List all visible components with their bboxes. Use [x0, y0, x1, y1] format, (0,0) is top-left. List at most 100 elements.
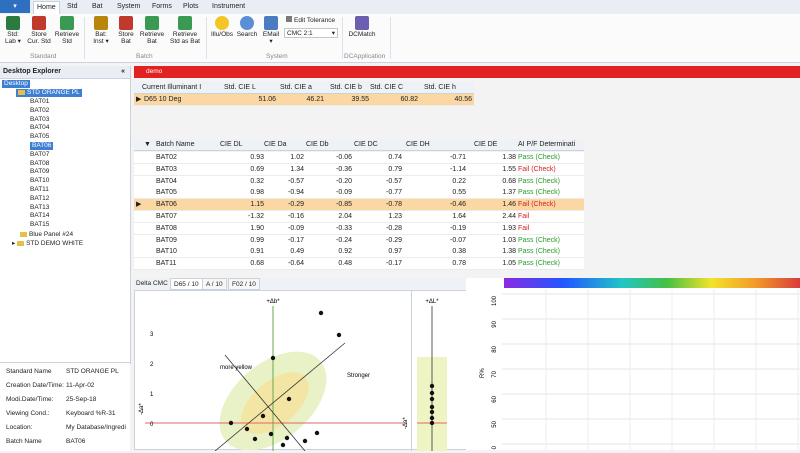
retrieve-std-as-bat-button[interactable]: Retrieve Std as Bat: [167, 16, 203, 45]
table-row[interactable]: BAT10 0.91 0.49 0.92 0.97 0.38 1.38 Pass (Check…: [134, 246, 584, 259]
column-header[interactable]: Std. CIE b: [330, 82, 362, 93]
cell: BAT06: [156, 201, 177, 209]
row-pointer-icon: ▶: [136, 201, 142, 209]
tree-item-batch[interactable]: BAT09: [30, 168, 49, 176]
illu-obs-button[interactable]: Illu/Obs: [208, 16, 236, 38]
tab-forms[interactable]: Forms: [149, 1, 175, 13]
table-row[interactable]: BAT08 1.90 -0.09 -0.33 -0.28 -0.19 1.93 Fail: [134, 222, 584, 235]
std-grid-row[interactable]: ▶ D65 10 Deg 51.06 46.21 39.55 60.82 40.…: [134, 94, 474, 106]
property-value: 25-Sep-18: [66, 396, 97, 403]
table-row[interactable]: BAT03 0.69 1.34 -0.36 0.79 -1.14 1.55 Fail (Che…: [134, 163, 584, 176]
column-header[interactable]: CIE Da: [264, 139, 287, 150]
column-header[interactable]: CIE DC: [354, 139, 378, 150]
column-header[interactable]: CIE DE: [474, 139, 497, 150]
tree-item-batch[interactable]: BAT13: [30, 204, 49, 212]
cell: -0.20: [336, 177, 352, 185]
column-header[interactable]: AI P/F Determinati: [518, 139, 575, 150]
tab-a-10[interactable]: A / 10: [202, 278, 227, 290]
std-lab-button[interactable]: Std: Lab ▾: [4, 16, 22, 45]
tree-item-batch[interactable]: BAT10: [30, 177, 49, 185]
column-header[interactable]: CIE DL: [220, 139, 243, 150]
group-label-standard: Standard: [30, 53, 57, 60]
cell: Fail (Check): [518, 165, 556, 173]
property-row: Batch Name BAT06: [6, 437, 85, 447]
retrieve-bat-button[interactable]: Retrieve Bat: [139, 16, 165, 45]
tree-item-batch[interactable]: BAT06: [30, 142, 54, 150]
table-row[interactable]: BAT07 -1.32 -0.16 2.04 1.23 1.64 2.44 Fail: [134, 211, 584, 223]
search-button[interactable]: Search: [236, 16, 258, 38]
table-row[interactable]: BAT05 0.98 -0.94 -0.09 -0.77 0.55 1.37 Pass (Ch…: [134, 187, 584, 200]
cell: 0.38: [452, 248, 466, 256]
column-header[interactable]: Std. CIE C: [370, 82, 403, 93]
tree-item-std[interactable]: STD ORANGE PL: [16, 89, 82, 97]
column-header[interactable]: Std. CIE a: [280, 82, 312, 93]
retrieve-std-button[interactable]: Retrieve Std: [54, 16, 80, 45]
tree-item-batch[interactable]: BAT08: [30, 160, 49, 168]
edit-tolerance-button[interactable]: Edit Tolerance: [286, 16, 335, 24]
tab-home[interactable]: Home: [33, 1, 60, 14]
table-row[interactable]: BAT04 0.32 -0.57 -0.20 -0.57 0.22 0.68 Pass (Ch…: [134, 175, 584, 188]
column-header[interactable]: Batch Name: [156, 139, 195, 150]
ribbon-separator: [342, 17, 343, 59]
tab-system[interactable]: System: [114, 1, 143, 13]
store-cur-std-label: Store Cur. Std: [27, 31, 51, 45]
chevron-down-icon: ▾: [331, 30, 335, 37]
tree-item-std-demo-white[interactable]: ▸ STD DEMO WHITE: [12, 240, 83, 248]
cell: BAT04: [156, 177, 177, 185]
table-row[interactable]: BAT09 0.99 -0.17 -0.24 -0.29 -0.07 1.03 Pass (C…: [134, 234, 584, 247]
column-header[interactable]: Current Illuminant I: [142, 82, 201, 93]
tab-bat[interactable]: Bat: [89, 1, 106, 13]
tab-plots[interactable]: Plots: [180, 1, 202, 13]
store-bat-button[interactable]: Store Bat: [115, 16, 137, 45]
cell: Pass (Check): [518, 189, 561, 197]
collapse-icon[interactable]: «: [121, 66, 125, 78]
plot-point: [314, 430, 320, 436]
application-menu-button[interactable]: ▾: [0, 0, 30, 13]
table-row[interactable]: BAT02 0.93 1.02 -0.06 0.74 -0.71 1.38 Pass (Che…: [134, 152, 584, 164]
store-icon: [119, 16, 133, 30]
tab-f02-10[interactable]: F02 / 10: [228, 278, 260, 290]
tree-item-batch[interactable]: BAT14: [30, 212, 49, 220]
tree-root-desktop[interactable]: Desktop: [2, 80, 30, 88]
tree-item-blue-panel[interactable]: Blue Panel #24: [20, 231, 73, 239]
column-header[interactable]: CIE Db: [306, 139, 329, 150]
tab-delta-cmc[interactable]: Delta CMC: [136, 278, 168, 289]
tab-d65-10[interactable]: D65 / 10: [170, 278, 203, 290]
retrieve-std-label: Retrieve Std: [54, 31, 80, 45]
table-row[interactable]: BAT11 0.68 -0.64 0.48 -0.17 0.78 1.05 Pass (Che…: [134, 258, 584, 271]
cell: 0.68: [502, 177, 516, 185]
tree-item-batch[interactable]: BAT15: [30, 221, 49, 229]
a-axis-label: -Δa*: [139, 403, 145, 415]
table-row[interactable]: ▶ BAT06 1.15 -0.29 -0.85 -0.78 -0.46 1.46 Fail (…: [134, 199, 584, 212]
cell: -0.33: [336, 224, 352, 232]
cell: BAT10: [156, 248, 177, 256]
tree-item-batch[interactable]: BAT02: [30, 107, 49, 115]
tab-std[interactable]: Std: [64, 1, 81, 13]
plot-point: [270, 355, 276, 361]
edit-tolerance-label: Edit Tolerance: [294, 17, 336, 24]
tree-item-batch[interactable]: BAT12: [30, 195, 49, 203]
email-button[interactable]: EMail ▾: [260, 16, 282, 45]
tree-item-batch[interactable]: BAT07: [30, 151, 49, 159]
spectrum-color-bar: [504, 278, 800, 288]
cell: 1.02: [290, 154, 304, 161]
tree-item-batch[interactable]: BAT04: [30, 124, 49, 132]
dcmatch-button[interactable]: DCMatch: [346, 16, 378, 38]
tolerance-select[interactable]: CMC 2:1 ▾: [284, 28, 338, 38]
store-cur-std-button[interactable]: Store Cur. Std: [26, 16, 52, 45]
tree-item-batch[interactable]: BAT11: [30, 186, 49, 194]
cell: 1.46: [502, 201, 516, 209]
column-header[interactable]: CIE DH: [406, 139, 430, 150]
tree-item-batch[interactable]: BAT03: [30, 116, 49, 124]
tree-item-label: STD DEMO WHITE: [26, 240, 84, 247]
tab-instrument[interactable]: Instrument: [209, 1, 248, 13]
bat-inst-button[interactable]: Bat: Inst ▾: [90, 16, 112, 45]
column-header[interactable]: Std. CIE h: [424, 82, 456, 93]
tree-item-batch[interactable]: BAT05: [30, 133, 49, 141]
spectrum-grid: 100 90 80 70 60 50 40: [492, 290, 800, 453]
filter-icon[interactable]: ▼: [144, 139, 151, 150]
tree-item-batch[interactable]: BAT01: [30, 98, 49, 106]
column-header[interactable]: Std. CIE L: [224, 82, 256, 93]
lightness-point: [429, 396, 435, 402]
bat-inst-label: Bat: Inst ▾: [93, 31, 109, 45]
